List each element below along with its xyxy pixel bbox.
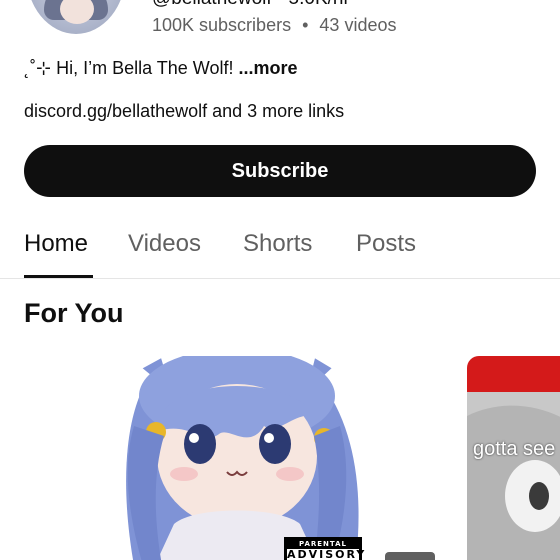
thumbnail-1-illustration (24, 356, 450, 560)
subscriber-count: 100K subscribers (152, 15, 292, 35)
thumbnail-2-overlay-text: gotta see (473, 438, 556, 460)
section-title: For You (24, 298, 124, 328)
channel-handle-suffix: · 5.0K/hr (277, 0, 350, 8)
channel-links[interactable]: discord.gg/bellathewolf and 3 more links (24, 101, 344, 122)
bio-text: ˛˚⊹ Hi, I’m Bella The Wolf! (24, 58, 234, 78)
advisory-line-2: ADVISORY (287, 548, 367, 560)
video-thumbnail-2[interactable]: gotta see (467, 356, 560, 560)
subscribe-button[interactable]: Subscribe (24, 145, 536, 197)
channel-stats: 100K subscribers • 43 videos (152, 15, 396, 36)
avatar-face (60, 0, 94, 24)
video-thumbnail-1[interactable] (24, 356, 450, 560)
channel-handle-row: @bellathewolf · 5.0K/hr (152, 0, 350, 8)
tab-videos[interactable]: Videos (128, 230, 201, 258)
bio-more-link[interactable]: ...more (238, 58, 297, 78)
channel-handle: @bellathewolf (152, 0, 272, 8)
video-duration-badge (385, 552, 435, 560)
channel-avatar[interactable] (26, 0, 126, 34)
channel-page: @bellathewolf · 5.0K/hr 100K subscribers… (0, 0, 560, 560)
channel-bio[interactable]: ˛˚⊹ Hi, I’m Bella The Wolf! ...more (24, 58, 298, 79)
active-tab-indicator (24, 275, 93, 278)
stats-separator: • (302, 15, 309, 35)
parental-advisory-badge: PARENTAL ADVISORY (284, 537, 367, 560)
tab-home[interactable]: Home (24, 230, 88, 258)
subscribe-label: Subscribe (231, 159, 329, 182)
video-count: 43 videos (319, 15, 397, 35)
tab-posts[interactable]: Posts (356, 230, 416, 258)
tab-shorts[interactable]: Shorts (243, 230, 312, 258)
channel-tabs: Home Videos Shorts Posts (0, 218, 560, 279)
